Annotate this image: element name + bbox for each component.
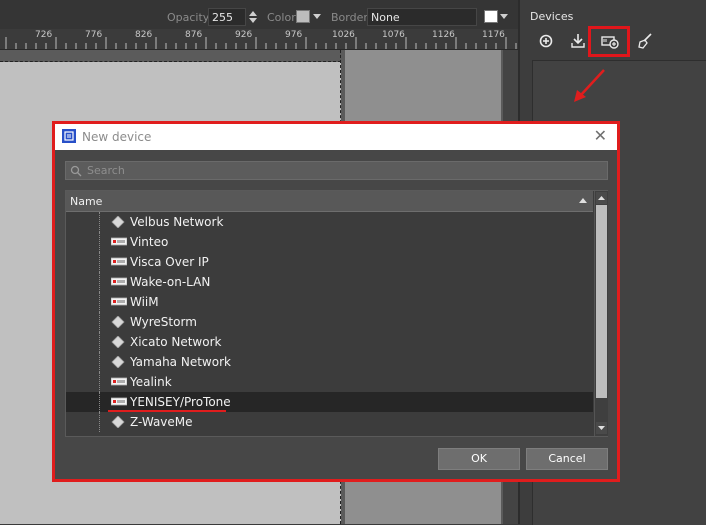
cancel-button[interactable]: Cancel (526, 448, 608, 470)
tree-guide (99, 312, 100, 332)
tree-guide (99, 412, 100, 432)
horizontal-ruler: 726 776 826 876 926 976 1026 1076 1126 1… (0, 29, 518, 50)
list-item[interactable]: Wake-on-LAN (66, 272, 593, 292)
properties-toolbar: Opacity 255 Color Border None (0, 0, 518, 29)
tree-guide (99, 212, 100, 232)
add-device-highlight (588, 26, 630, 57)
scroll-down-icon[interactable] (596, 422, 607, 434)
app-icon (62, 129, 76, 143)
network-device-icon (111, 355, 125, 369)
cleanup-icon[interactable] (634, 30, 658, 52)
ruler-label: 776 (85, 30, 103, 40)
color-label: Color (267, 11, 296, 24)
tree-guide (99, 252, 100, 272)
search-icon (70, 165, 82, 177)
dialog-titlebar[interactable]: New device ✕ (55, 124, 617, 150)
serial-device-icon (110, 256, 128, 268)
add-icon[interactable] (534, 30, 558, 52)
list-item[interactable]: WyreStorm (66, 312, 593, 332)
ruler-label: 1076 (382, 30, 405, 40)
ruler-label: 1176 (482, 30, 505, 40)
tree-guide (99, 272, 100, 292)
dialog-body: New device ✕ Name Velbus Network Vinteo Vi… (55, 124, 617, 479)
list-item-label: WiiM (130, 295, 159, 309)
tree-guide (99, 372, 100, 392)
device-type-list: Name Velbus Network Vinteo Visca Over IP Wa… (65, 190, 608, 437)
list-item[interactable]: Yealink (66, 372, 593, 392)
scrollbar-thumb[interactable] (596, 205, 607, 398)
list-item[interactable]: Xicato Network (66, 332, 593, 352)
tree-guide (99, 392, 100, 412)
dialog-title: New device (82, 130, 152, 144)
opacity-spinner[interactable] (246, 8, 260, 26)
list-item-label: Visca Over IP (130, 255, 209, 269)
list-item-label: Yealink (130, 375, 172, 389)
network-device-icon (111, 335, 125, 349)
opacity-label: Opacity (167, 11, 210, 24)
list-item-label: YENISEY/ProTone (130, 395, 231, 409)
rows-container: Velbus Network Vinteo Visca Over IP Wake-on… (66, 212, 593, 436)
serial-device-icon (110, 376, 128, 388)
border-color-dropdown-icon[interactable] (500, 14, 508, 19)
serial-device-icon (110, 396, 128, 408)
serial-device-icon (110, 276, 128, 288)
annotation-arrow-icon (574, 69, 605, 102)
sort-ascending-icon (579, 198, 587, 203)
color-dropdown-icon[interactable] (313, 14, 321, 19)
border-select[interactable]: None (367, 8, 477, 26)
list-item[interactable]: Z-WaveMe (66, 412, 593, 432)
tree-guide (99, 352, 100, 372)
list-item-label: Yamaha Network (130, 355, 231, 369)
search-box[interactable] (65, 161, 608, 180)
list-item[interactable]: Yamaha Network (66, 352, 593, 372)
column-header-label: Name (70, 195, 103, 208)
ruler-label: 926 (235, 30, 253, 40)
border-color-swatch[interactable] (484, 10, 498, 23)
ruler-label: 726 (35, 30, 53, 40)
new-device-dialog: New device ✕ Name Velbus Network Vinteo Vi… (52, 121, 620, 482)
list-item-label: Z-WaveMe (130, 415, 193, 429)
tree-guide (99, 292, 100, 312)
network-device-icon (111, 215, 125, 229)
color-swatch[interactable] (296, 10, 310, 23)
list-item-label: Wake-on-LAN (130, 275, 211, 289)
ruler-label: 1126 (432, 30, 455, 40)
ruler-label: 1026 (332, 30, 355, 40)
ruler-label: 826 (135, 30, 153, 40)
list-item-label: WyreStorm (130, 315, 197, 329)
list-item[interactable]: Velbus Network (66, 212, 593, 232)
column-header-name[interactable]: Name (66, 191, 593, 212)
tree-guide (99, 232, 100, 252)
list-item-label: Xicato Network (130, 335, 222, 349)
list-scrollbar[interactable] (594, 191, 608, 436)
list-item-label: Vinteo (130, 235, 169, 249)
serial-device-icon (110, 296, 128, 308)
list-item[interactable]: Vinteo (66, 232, 593, 252)
list-item[interactable]: YENISEY/ProTone (66, 392, 593, 412)
border-label: Border (331, 11, 368, 24)
network-device-icon (111, 315, 125, 329)
network-device-icon (111, 415, 125, 429)
scroll-up-icon[interactable] (596, 192, 607, 204)
page-boundary-horizontal (0, 61, 341, 62)
close-icon[interactable]: ✕ (594, 128, 607, 144)
tree-guide (99, 332, 100, 352)
serial-device-icon (110, 236, 128, 248)
import-icon[interactable] (566, 30, 590, 52)
list-item-label: Velbus Network (130, 215, 224, 229)
devices-panel-title: Devices (530, 10, 574, 23)
search-input[interactable] (87, 162, 597, 179)
ruler-label: 976 (285, 30, 303, 40)
opacity-field[interactable]: 255 (208, 8, 246, 26)
list-item[interactable]: Visca Over IP (66, 252, 593, 272)
list-item[interactable]: WiiM (66, 292, 593, 312)
ok-button[interactable]: OK (438, 448, 520, 470)
ruler-label: 876 (185, 30, 203, 40)
